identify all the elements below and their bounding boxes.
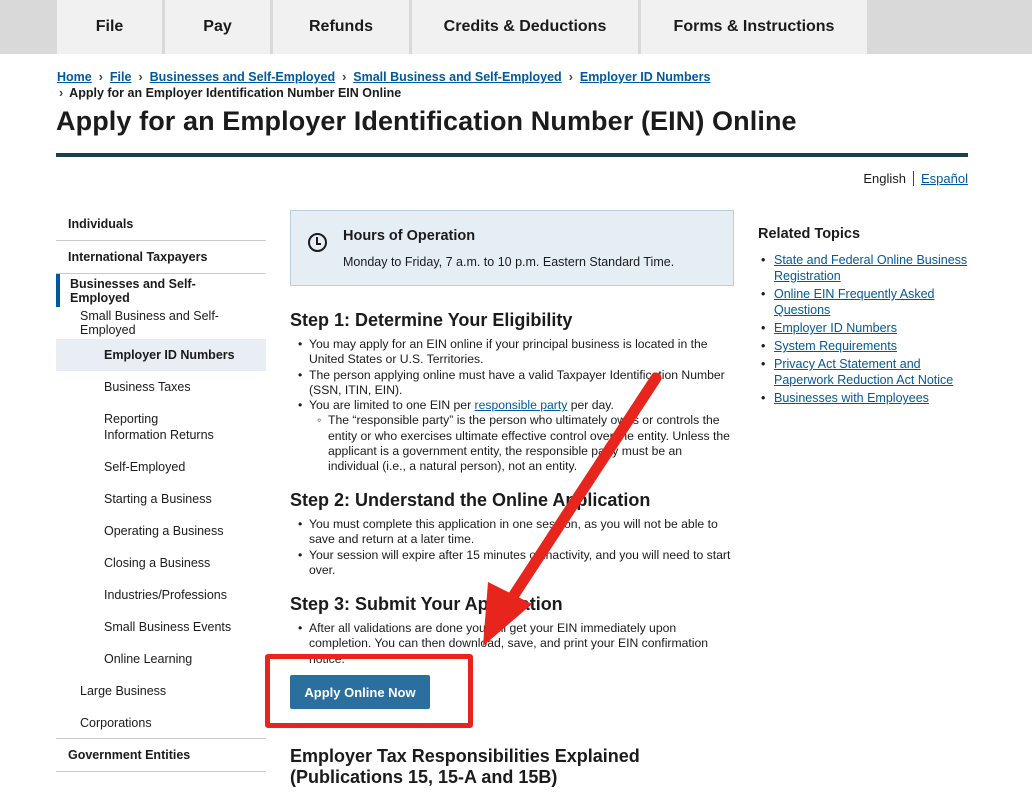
related-link-employees[interactable]: Businesses with Employees bbox=[774, 391, 929, 405]
chevron-right-icon: › bbox=[138, 70, 143, 84]
sidebar-item-reporting-info[interactable]: Reporting Information Returns bbox=[56, 403, 226, 451]
responsible-party-link[interactable]: responsible party bbox=[475, 398, 568, 412]
sidebar-item-small-business[interactable]: Small Business and Self-Employed bbox=[56, 307, 266, 339]
sidebar-item-businesses[interactable]: Businesses and Self-Employed bbox=[56, 274, 266, 307]
chevron-right-icon: › bbox=[98, 70, 103, 84]
list-item: Your session will expire after 15 minute… bbox=[298, 548, 734, 579]
list-item: The person applying online must have a v… bbox=[298, 368, 734, 399]
sidebar-item-starting[interactable]: Starting a Business bbox=[56, 483, 266, 515]
title-divider bbox=[56, 153, 968, 157]
top-nav: File Pay Refunds Credits & Deductions Fo… bbox=[0, 0, 1032, 54]
sidebar-item-closing[interactable]: Closing a Business bbox=[56, 547, 266, 579]
sidebar-item-international[interactable]: International Taxpayers bbox=[56, 241, 266, 274]
step1-list: You may apply for an EIN online if your … bbox=[298, 337, 734, 475]
related-link-system-req[interactable]: System Requirements bbox=[774, 339, 897, 353]
sidebar-item-industries[interactable]: Industries/Professions bbox=[56, 579, 266, 611]
sidebar-item-events[interactable]: Small Business Events bbox=[56, 611, 266, 643]
nav-tab-refunds[interactable]: Refunds bbox=[273, 0, 409, 54]
list-item-text: per day. bbox=[567, 398, 614, 413]
sub-list: The “responsible party” is the person wh… bbox=[317, 413, 734, 474]
hours-of-operation-box: Hours of Operation Monday to Friday, 7 a… bbox=[290, 210, 734, 286]
sidebar-item-employer-id[interactable]: Employer ID Numbers bbox=[56, 339, 266, 371]
sidebar-item-individuals[interactable]: Individuals bbox=[56, 208, 266, 241]
sidebar-item-large-business[interactable]: Large Business bbox=[56, 675, 266, 707]
list-item: Online EIN Frequently Asked Questions bbox=[758, 286, 968, 318]
step1-heading: Step 1: Determine Your Eligibility bbox=[290, 310, 573, 330]
list-item: Privacy Act Statement and Paperwork Redu… bbox=[758, 356, 968, 388]
language-switcher: English Español bbox=[863, 171, 968, 186]
list-item: The “responsible party” is the person wh… bbox=[317, 413, 734, 474]
list-item-text: You are limited to one EIN per bbox=[309, 398, 475, 413]
page-title: Apply for an Employer Identification Num… bbox=[56, 106, 797, 136]
breadcrumb-link-small-business[interactable]: Small Business and Self-Employed bbox=[353, 70, 561, 84]
breadcrumb-current: Apply for an Employer Identification Num… bbox=[69, 86, 402, 100]
sidebar-nav: Individuals International Taxpayers Busi… bbox=[56, 208, 266, 772]
employer-tax-heading: Employer Tax Responsibilities Explained … bbox=[290, 746, 640, 787]
nav-tab-file[interactable]: File bbox=[57, 0, 162, 54]
apply-online-now-button[interactable]: Apply Online Now bbox=[290, 675, 430, 709]
sidebar-item-online-learning[interactable]: Online Learning bbox=[56, 643, 266, 675]
clock-icon bbox=[308, 233, 327, 252]
sidebar-item-corporations[interactable]: Corporations bbox=[56, 707, 266, 739]
related-topics-title: Related Topics bbox=[758, 226, 861, 242]
breadcrumb-link-home[interactable]: Home bbox=[57, 70, 92, 84]
sidebar-item-operating[interactable]: Operating a Business bbox=[56, 515, 266, 547]
language-english: English bbox=[863, 171, 907, 186]
nav-tab-pay[interactable]: Pay bbox=[165, 0, 270, 54]
list-item: Employer ID Numbers bbox=[758, 320, 968, 336]
related-link-faq[interactable]: Online EIN Frequently Asked Questions bbox=[774, 287, 935, 317]
hours-text: Monday to Friday, 7 a.m. to 10 p.m. East… bbox=[343, 255, 675, 269]
list-item: State and Federal Online Business Regist… bbox=[758, 252, 968, 284]
chevron-right-icon: › bbox=[568, 70, 573, 84]
list-item: You are limited to one EIN per responsib… bbox=[298, 398, 734, 474]
sidebar-item-government[interactable]: Government Entities bbox=[56, 739, 266, 772]
list-item: You must complete this application in on… bbox=[298, 517, 734, 548]
chevron-right-icon: › bbox=[342, 70, 347, 84]
list-item: You may apply for an EIN online if your … bbox=[298, 337, 734, 368]
language-espanol-link[interactable]: Español bbox=[921, 171, 968, 186]
breadcrumb-link-file[interactable]: File bbox=[110, 70, 132, 84]
related-link-registration[interactable]: State and Federal Online Business Regist… bbox=[774, 253, 967, 283]
step3-heading: Step 3: Submit Your Application bbox=[290, 594, 563, 614]
list-item: Businesses with Employees bbox=[758, 390, 968, 406]
chevron-right-icon: › bbox=[59, 86, 64, 100]
breadcrumb-link-businesses[interactable]: Businesses and Self-Employed bbox=[150, 70, 335, 84]
breadcrumb-link-employer-id[interactable]: Employer ID Numbers bbox=[580, 70, 711, 84]
related-topics: Related Topics State and Federal Online … bbox=[758, 226, 968, 408]
step2-list: You must complete this application in on… bbox=[298, 517, 734, 579]
hours-title: Hours of Operation bbox=[343, 228, 476, 244]
language-divider bbox=[913, 171, 915, 186]
sidebar-item-self-employed[interactable]: Self-Employed bbox=[56, 451, 266, 483]
related-link-privacy[interactable]: Privacy Act Statement and Paperwork Redu… bbox=[774, 357, 953, 387]
related-topics-list: State and Federal Online Business Regist… bbox=[758, 252, 968, 406]
nav-tab-credits-deductions[interactable]: Credits & Deductions bbox=[412, 0, 638, 54]
nav-tab-forms-instructions[interactable]: Forms & Instructions bbox=[641, 0, 867, 54]
breadcrumb: Home › File › Businesses and Self-Employed › S… bbox=[57, 69, 857, 101]
related-link-employer-id[interactable]: Employer ID Numbers bbox=[774, 321, 897, 335]
sidebar-item-business-taxes[interactable]: Business Taxes bbox=[56, 371, 266, 403]
list-item: System Requirements bbox=[758, 338, 968, 354]
step2-heading: Step 2: Understand the Online Applicatio… bbox=[290, 490, 651, 510]
